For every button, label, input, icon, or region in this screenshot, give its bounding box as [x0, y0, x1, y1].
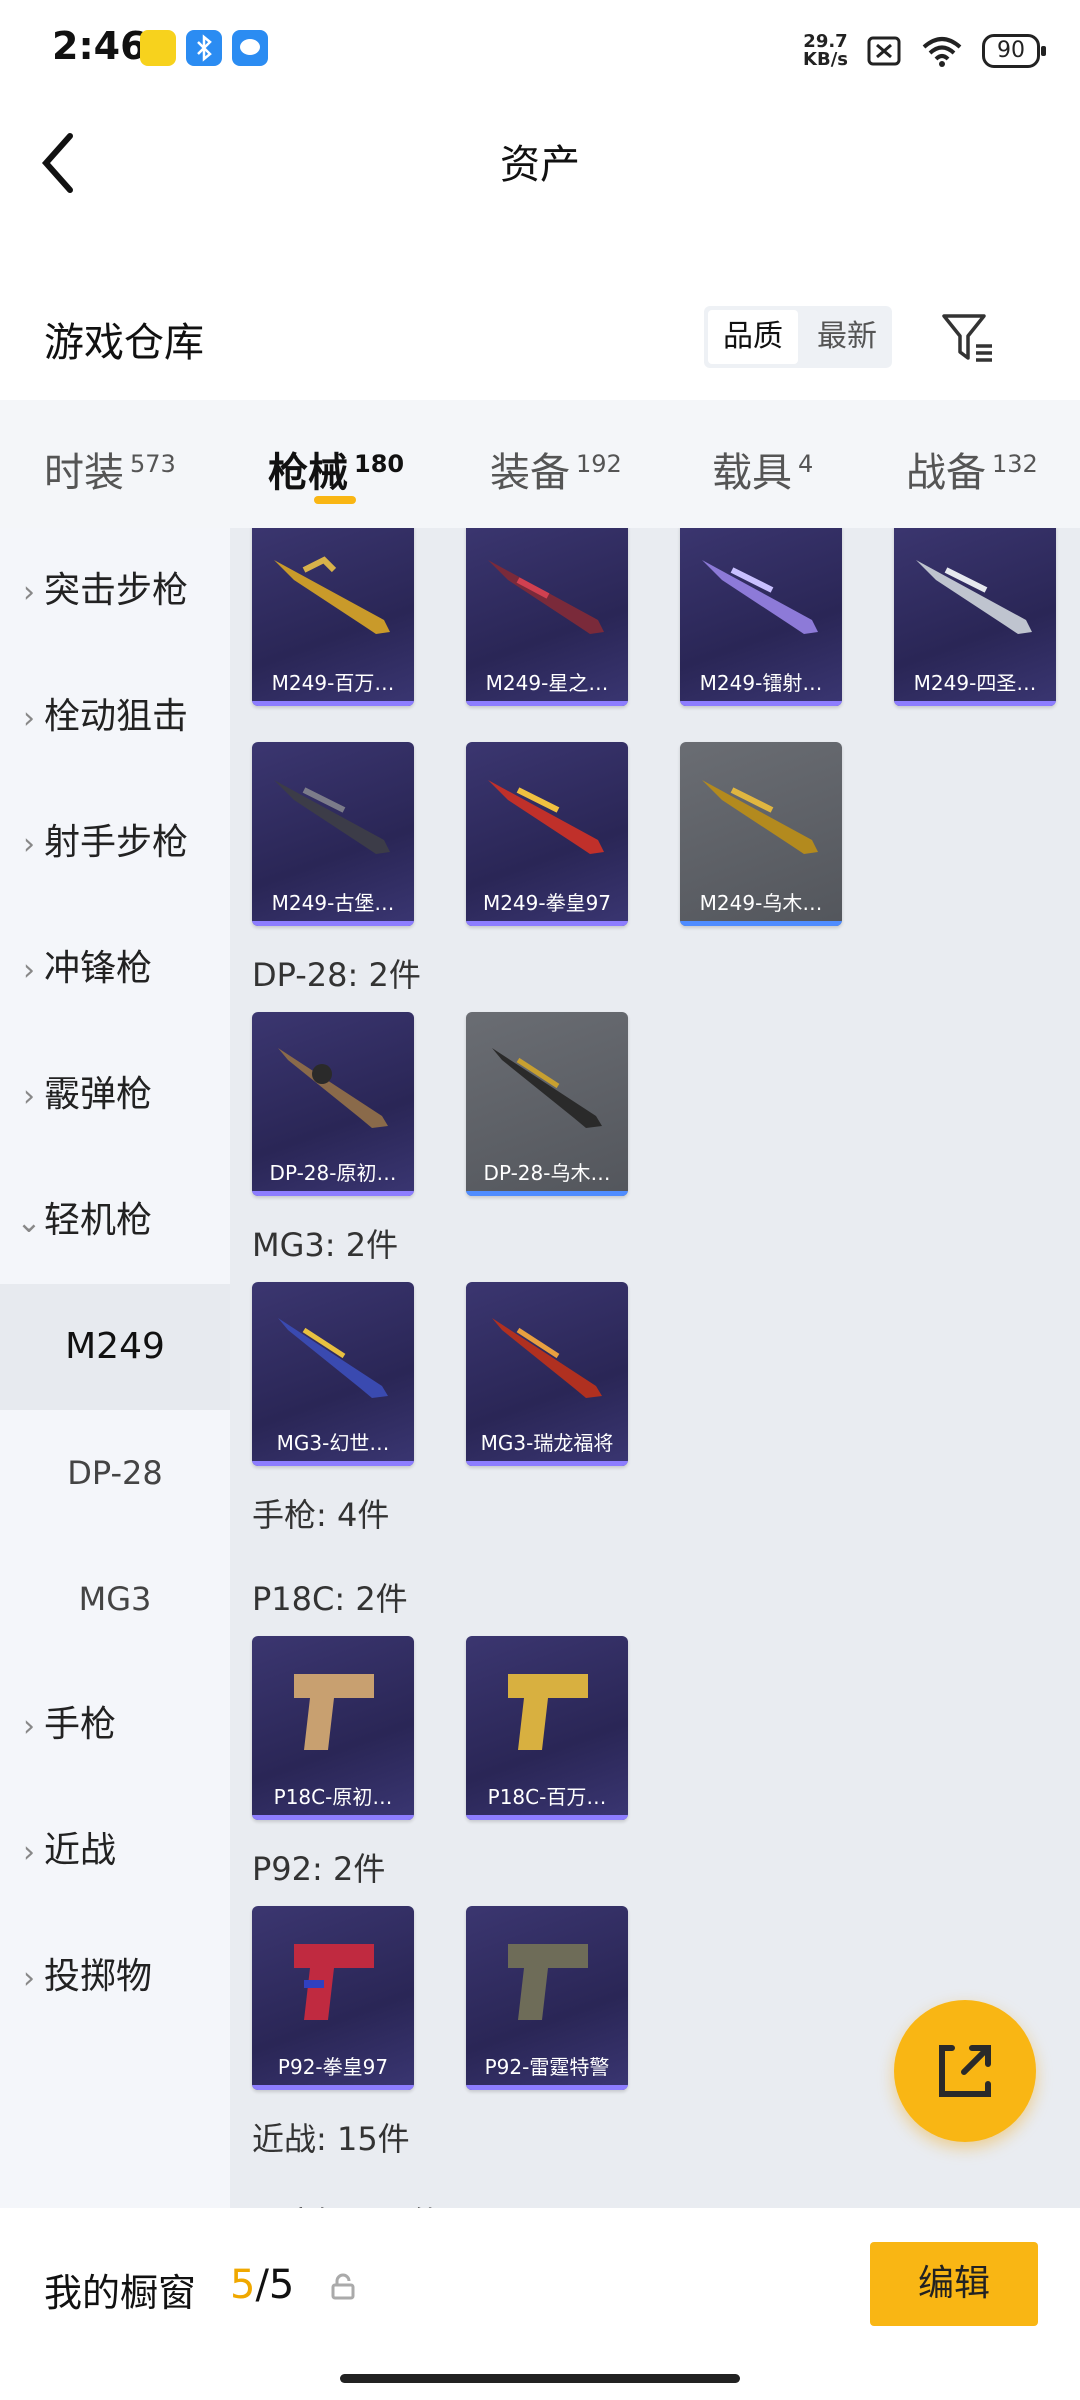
sidebar-item-lmg[interactable]: ⌄轻机枪 — [0, 1158, 230, 1284]
weapon-grid: M249-百万… M249-星之… M249-镭射… M249-四圣… M249… — [230, 528, 1080, 2208]
weapon-card[interactable]: DP-28-原初… — [252, 1012, 414, 1196]
weapon-card[interactable]: DP-28-乌木… — [466, 1012, 628, 1196]
sidebar-item-melee[interactable]: › 近战 — [0, 1788, 230, 1914]
weapon-card[interactable]: MG3-幻世… — [252, 1282, 414, 1466]
lmg-skin-icon — [274, 780, 390, 854]
lmg-skin-icon — [702, 780, 818, 854]
lmg-skin-icon — [702, 560, 818, 634]
chevron-down-icon: ⌄ — [16, 1205, 42, 1240]
chevron-right-icon: › — [23, 701, 35, 736]
weapon-card[interactable]: M249-镭射… — [680, 528, 842, 706]
weapon-card[interactable]: P92-雷霆特警 — [466, 1906, 628, 2090]
sidebar-item-marksman-rifle[interactable]: › 射手步枪 — [0, 780, 230, 906]
weapon-card[interactable]: MG3-瑞龙福将 — [466, 1282, 628, 1466]
app-notification-icon — [140, 30, 176, 66]
active-tab-indicator — [314, 496, 356, 504]
section-header-melee: 近战: 15件 — [252, 2120, 410, 2158]
wifi-icon — [922, 37, 962, 67]
share-fab[interactable] — [894, 2000, 1036, 2142]
tab-vehicles[interactable]: 载具 4 — [712, 440, 813, 498]
section-header-pistol: 手枪: 4件 — [252, 1496, 390, 1534]
lmg-skin-icon — [278, 1318, 388, 1398]
bluetooth-icon — [186, 30, 222, 66]
pistol-skin-icon — [508, 1674, 588, 1750]
chevron-right-icon: › — [23, 575, 35, 610]
showcase-label: 我的橱窗 — [44, 2271, 197, 2315]
weapon-card[interactable]: M249-星之… — [466, 528, 628, 706]
tab-weapons[interactable]: 枪械 180 — [268, 440, 404, 498]
tab-outfit[interactable]: 时装 573 — [44, 440, 176, 498]
sidebar-item-shotgun[interactable]: › 霰弹枪 — [0, 1032, 230, 1158]
sidebar-sub-dp28[interactable]: DP-28 — [0, 1410, 230, 1536]
lock-icon — [331, 2273, 355, 2300]
status-time: 2:46 — [52, 24, 147, 68]
showcase-slot-count: 5/5 — [230, 2262, 295, 2308]
lmg-skin-icon — [488, 560, 604, 634]
network-speed: 29.7 KB/s — [803, 31, 848, 70]
sort-quality-button[interactable]: 品质 — [708, 310, 798, 364]
chevron-right-icon: › — [23, 1961, 35, 1996]
weapon-card[interactable]: M249-百万… — [252, 528, 414, 706]
message-app-icon — [232, 30, 268, 66]
sidebar-item-throwable[interactable]: › 投掷物 — [0, 1914, 230, 2040]
lmg-skin-icon — [274, 556, 390, 634]
section-header-p18c: P18C: 2件 — [252, 1580, 408, 1618]
external-link-icon — [939, 2045, 991, 2097]
sort-newest-button[interactable]: 最新 — [802, 306, 892, 368]
warehouse-title: 游戏仓库 — [44, 320, 204, 366]
lmg-skin-icon — [916, 560, 1032, 634]
sidebar-item-bolt-sniper[interactable]: › 栓动狙击 — [0, 654, 230, 780]
sidebar-sub-mg3[interactable]: MG3 — [0, 1536, 230, 1662]
pistol-skin-icon — [294, 1674, 374, 1750]
section-header-pan: 平底锅: 14件 — [252, 2198, 442, 2208]
home-indicator[interactable] — [340, 2374, 740, 2383]
status-bar: 2:46 29.7 KB/s 90 — [0, 0, 1080, 100]
edit-button[interactable]: 编辑 — [870, 2242, 1038, 2326]
status-right-group: 29.7 KB/s 90 — [803, 26, 1046, 76]
lmg-skin-icon — [278, 1048, 388, 1128]
chevron-right-icon: › — [23, 1079, 35, 1114]
weapon-card[interactable]: M249-乌木… — [680, 742, 842, 926]
weapon-card[interactable]: P92-拳皇97 — [252, 1906, 414, 2090]
weapon-card[interactable]: M249-拳皇97 — [466, 742, 628, 926]
lmg-skin-icon — [488, 780, 604, 854]
pistol-skin-icon — [508, 1944, 588, 2020]
chevron-right-icon: › — [23, 953, 35, 988]
weapon-card[interactable]: M249-四圣… — [894, 528, 1056, 706]
tab-equipment[interactable]: 装备 192 — [490, 440, 622, 498]
sidebar-sub-m249[interactable]: M249 — [0, 1284, 230, 1410]
section-header-mg3: MG3: 2件 — [252, 1226, 399, 1264]
sidebar-item-pistol[interactable]: › 手枪 — [0, 1662, 230, 1788]
page-title: 资产 — [500, 142, 580, 188]
weapon-card[interactable]: P18C-原初… — [252, 1636, 414, 1820]
section-header-dp28: DP-28: 2件 — [252, 956, 421, 994]
sort-toggle: 品质 最新 — [704, 306, 892, 368]
chevron-right-icon: › — [23, 827, 35, 862]
lmg-skin-icon — [492, 1318, 602, 1398]
lmg-skin-icon — [492, 1048, 602, 1128]
chevron-right-icon: › — [23, 1835, 35, 1870]
sidebar-item-smg[interactable]: › 冲锋枪 — [0, 906, 230, 1032]
battery-indicator: 90 — [982, 34, 1046, 68]
weapon-card[interactable]: P18C-百万… — [466, 1636, 628, 1820]
sidebar-item-assault-rifle[interactable]: › 突击步枪 — [0, 528, 230, 654]
tab-combat-gear[interactable]: 战备 132 — [906, 440, 1038, 498]
no-sim-icon — [867, 36, 901, 66]
pistol-skin-icon — [294, 1944, 374, 2020]
weapon-card[interactable]: M249-古堡… — [252, 742, 414, 926]
section-header-p92: P92: 2件 — [252, 1850, 386, 1888]
chevron-right-icon: › — [23, 1709, 35, 1744]
filter-icon[interactable] — [940, 310, 996, 366]
